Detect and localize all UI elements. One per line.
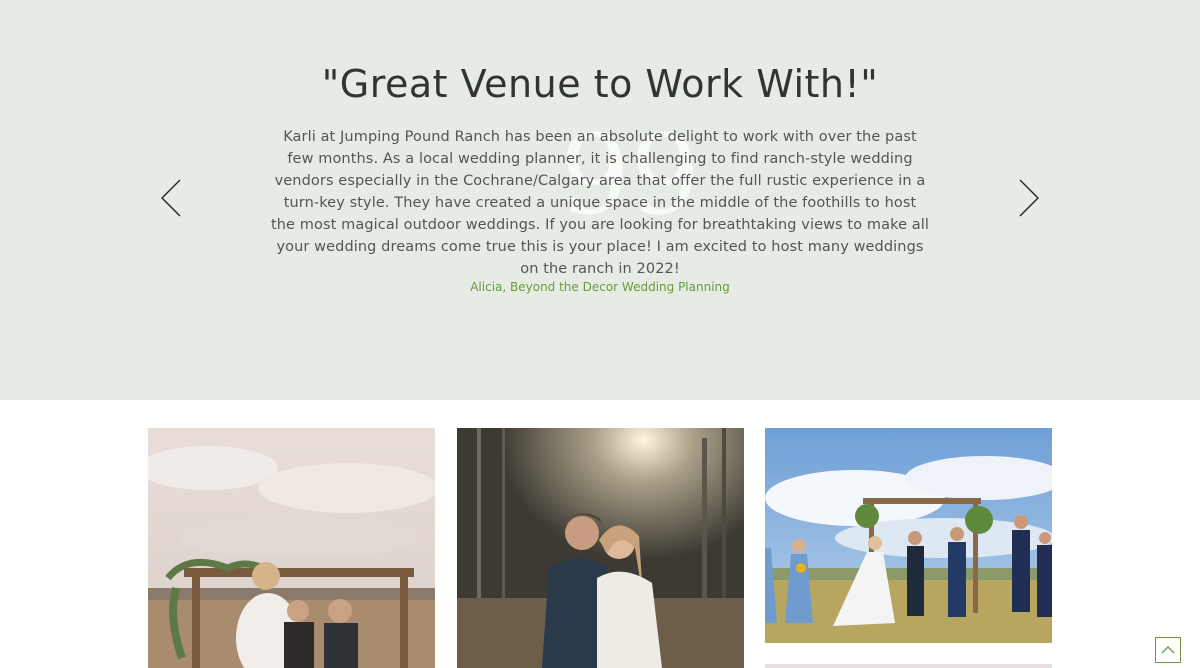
gallery-photo-couple-forest[interactable] xyxy=(457,428,744,668)
gallery-photo-next-row xyxy=(765,664,1052,668)
chevron-left-icon xyxy=(161,179,181,217)
testimonial-author: Alicia, Beyond the Decor Wedding Plannin… xyxy=(470,280,730,294)
chevron-right-icon xyxy=(1019,179,1039,217)
chevron-up-icon xyxy=(1161,646,1175,654)
testimonial-body: Karli at Jumping Pound Ranch has been an… xyxy=(270,129,930,277)
gallery-photo-ceremony-party[interactable] xyxy=(765,428,1052,643)
testimonial-section: 99 "Great Venue to Work With!" Karli at … xyxy=(0,0,1200,400)
gallery-photo-couple-forest-image xyxy=(457,428,744,668)
gallery-photo-ceremony-arch[interactable] xyxy=(148,428,435,668)
back-to-top-button[interactable] xyxy=(1155,637,1181,663)
gallery-photo-ceremony-party-image xyxy=(765,428,1052,643)
next-testimonial-button[interactable] xyxy=(1016,176,1042,220)
testimonial-title: "Great Venue to Work With!" xyxy=(321,62,879,106)
previous-testimonial-button[interactable] xyxy=(158,176,184,220)
gallery-photo-ceremony-arch-image xyxy=(148,428,435,668)
